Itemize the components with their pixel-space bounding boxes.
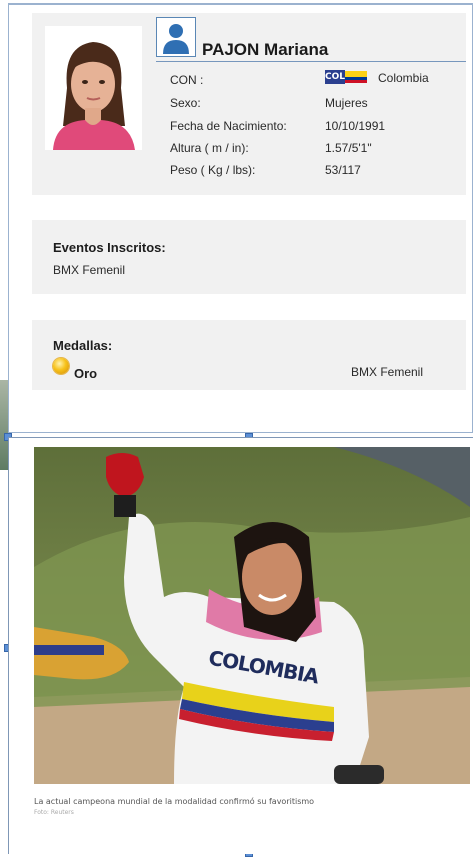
athlete-profile-card: PAJON Mariana CON : COL Colombia Sexo: M… [8,3,473,433]
colombia-flag-icon: COL [325,70,375,84]
field-value-weight: 53/117 [325,163,361,177]
field-label-sex: Sexo: [170,96,201,110]
medal-type: Oro [74,366,98,381]
user-silhouette-icon [156,17,196,57]
name-divider [156,61,466,62]
field-value-sex: Mujeres [325,96,368,110]
field-label-country: CON : [170,73,204,87]
event-item: BMX Femenil [53,263,126,277]
field-value-country: Colombia [378,71,429,85]
photo-card: COLOMBIA La actual campeona mundial de l… [8,437,473,854]
medals-panel: Medallas: Oro BMX Femenil [32,320,466,390]
field-label-weight: Peso ( Kg / lbs): [170,163,256,177]
profile-panel: PAJON Mariana CON : COL Colombia Sexo: M… [32,13,466,195]
field-value-height: 1.57/5'1" [325,141,372,155]
background-strip [0,380,8,470]
flag-stripes [345,71,367,83]
photo-credit: Foto: Reuters [34,809,74,816]
events-title: Eventos Inscritos: [53,240,166,255]
athlete-name: PAJON Mariana [202,40,329,59]
events-panel: Eventos Inscritos: BMX Femenil [32,220,466,294]
flag-code: COL [325,70,345,84]
medals-title: Medallas: [53,338,113,353]
athlete-action-photo: COLOMBIA [34,447,470,784]
photo-caption: La actual campeona mundial de la modalid… [34,797,315,806]
gold-medal-icon [53,358,69,374]
athlete-portrait [45,26,142,150]
medal-event: BMX Femenil [351,365,424,379]
field-label-birthdate: Fecha de Nacimiento: [170,119,287,133]
field-value-birthdate: 10/10/1991 [325,119,386,133]
field-label-height: Altura ( m / in): [170,141,249,155]
